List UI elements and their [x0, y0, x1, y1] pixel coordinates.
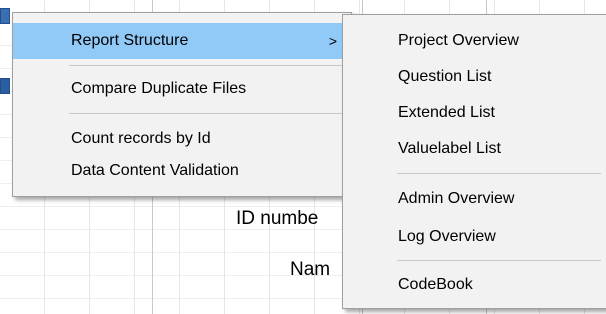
menu-item-label: Count records by Id	[71, 130, 211, 147]
name-label: Nam	[290, 259, 331, 280]
menu-separator	[397, 260, 601, 261]
menu-item-label: Question List	[398, 68, 492, 85]
submenu-item-valuelabel-list[interactable]: Valuelabel List	[343, 131, 606, 167]
submenu-item-project-overview[interactable]: Project Overview	[343, 23, 606, 59]
submenu-arrow-icon: >	[328, 33, 337, 49]
menu-item-report-structure[interactable]: Report Structure >	[13, 23, 351, 59]
menu-item-label: Report Structure	[71, 32, 189, 49]
menu-separator	[69, 65, 347, 66]
menu-item-label: Data Content Validation	[71, 162, 239, 179]
menu-separator	[69, 113, 347, 114]
menu-item-label: CodeBook	[398, 276, 473, 293]
submenu-item-question-list[interactable]: Question List	[343, 59, 606, 95]
menu-item-label: Admin Overview	[398, 190, 515, 207]
submenu-item-extended-list[interactable]: Extended List	[343, 95, 606, 131]
form-control-edge[interactable]	[0, 8, 10, 24]
menu-separator	[397, 173, 601, 174]
submenu-item-codebook[interactable]: CodeBook	[343, 267, 606, 303]
report-structure-submenu: Project Overview Question List Extended …	[342, 14, 606, 309]
menu-item-label: Compare Duplicate Files	[71, 80, 247, 97]
submenu-item-admin-overview[interactable]: Admin Overview	[343, 181, 606, 217]
menu-item-compare-duplicate-files[interactable]: Compare Duplicate Files	[13, 71, 351, 107]
context-menu: Report Structure > Compare Duplicate Fil…	[12, 12, 352, 197]
menu-item-label: Valuelabel List	[398, 140, 501, 157]
menu-item-data-content-validation[interactable]: Data Content Validation	[13, 153, 351, 189]
form-control-edge[interactable]	[0, 78, 10, 94]
submenu-item-log-overview[interactable]: Log Overview	[343, 219, 606, 255]
menu-item-label: Extended List	[398, 104, 495, 121]
menu-item-label: Log Overview	[398, 228, 496, 245]
id-number-label: ID numbe	[236, 208, 319, 229]
menu-item-count-records-by-id[interactable]: Count records by Id	[13, 121, 351, 157]
menu-item-label: Project Overview	[398, 32, 519, 49]
